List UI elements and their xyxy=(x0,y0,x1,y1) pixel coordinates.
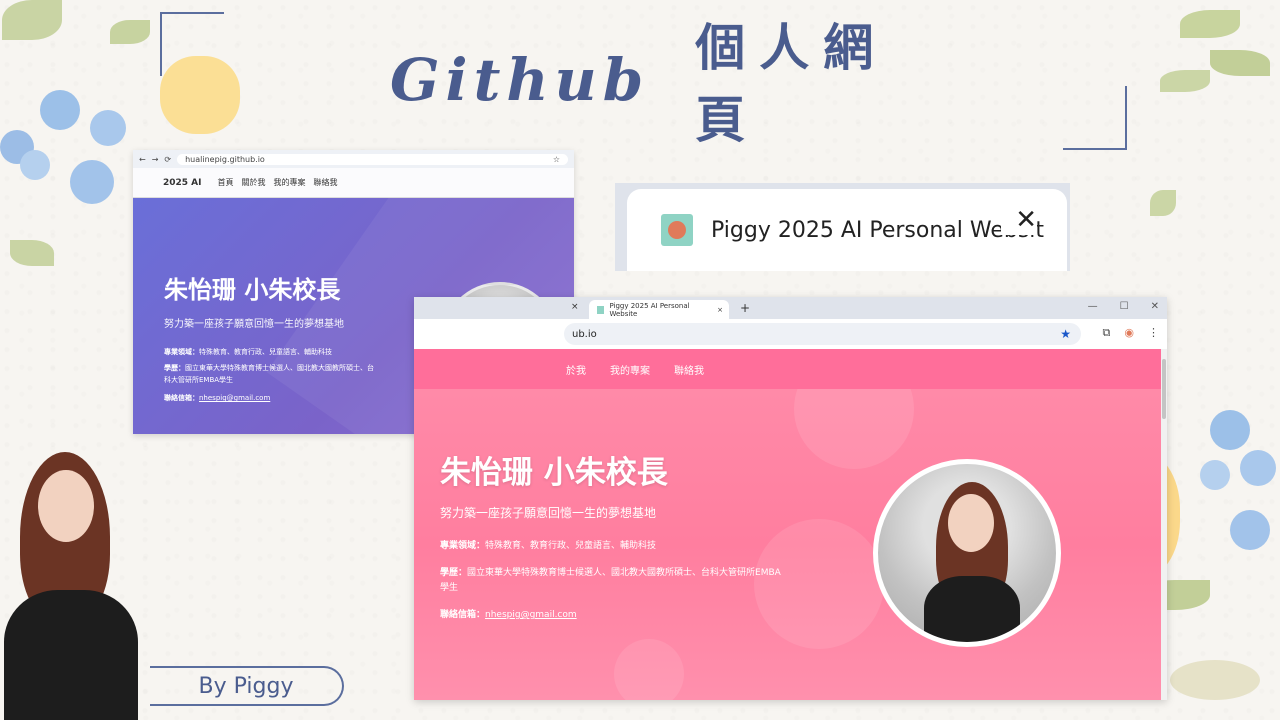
address-url: ub.io xyxy=(572,328,597,340)
expertise-label: 專業領域： xyxy=(440,541,486,551)
education-label: 學歷： xyxy=(440,568,468,578)
tab-title: Piggy 2025 AI Personal Website xyxy=(609,301,690,318)
bubble-decoration xyxy=(614,639,684,700)
favicon-icon xyxy=(661,214,693,246)
site-nav: 於我 我的專案 聯絡我 xyxy=(414,349,1167,389)
browser-tools: ⧉ ◉ ⋮ xyxy=(1103,326,1159,340)
floral-decoration-right xyxy=(1090,400,1280,720)
new-tab-icon[interactable]: + xyxy=(740,301,750,315)
zoomed-tab[interactable]: Piggy 2025 AI Personal Websit ✕ xyxy=(627,189,1067,271)
hero-name: 朱怡珊 小朱校長 xyxy=(440,455,668,491)
expertise-label: 專業領域： xyxy=(164,348,199,356)
window-controls: — ☐ ✕ xyxy=(1088,301,1159,312)
tab-strip: × Piggy 2025 AI Personal Website × + — ☐… xyxy=(414,297,1167,319)
bookmark-star-icon[interactable]: ☆ xyxy=(553,155,560,164)
nav-about[interactable]: 於我 xyxy=(566,362,586,377)
slide-title-zh: 個人網頁 xyxy=(695,19,888,149)
avatar xyxy=(873,459,1061,647)
nav-contact[interactable]: 聯絡我 xyxy=(674,362,704,377)
zoomed-tab-title: Piggy 2025 AI Personal Websit xyxy=(711,217,1045,243)
browser-screenshot-large: × Piggy 2025 AI Personal Website × + — ☐… xyxy=(414,297,1167,700)
scrollbar[interactable] xyxy=(1161,349,1167,700)
reload-icon[interactable]: ⟳ xyxy=(164,155,171,164)
hero-tagline: 努力築一座孩子願意回憶一生的夢想基地 xyxy=(440,506,657,520)
expertise-value: 特殊教育、教育行政、兒童語言、輔助科技 xyxy=(485,541,657,551)
site-brand[interactable]: 2025 AI xyxy=(163,178,202,188)
profile-icon[interactable]: ◉ xyxy=(1124,326,1134,340)
presenter-photo xyxy=(0,450,150,720)
forward-icon[interactable]: → xyxy=(152,155,159,164)
menu-icon[interactable]: ⋮ xyxy=(1148,326,1159,340)
byline: By Piggy xyxy=(150,666,344,706)
education-label: 學歷： xyxy=(164,364,185,372)
nav-projects[interactable]: 我的專案 xyxy=(274,177,306,188)
email-link[interactable]: nhespig@gmail.com xyxy=(485,610,577,620)
address-url: hualinepig.github.io xyxy=(185,154,265,164)
email-link[interactable]: nhespig@gmail.com xyxy=(199,394,270,402)
expertise-value: 特殊教育、教育行政、兒童語言、輔助科技 xyxy=(199,348,332,356)
prev-tab-close-icon[interactable]: × xyxy=(571,302,579,312)
hero-section: 朱怡珊 小朱校長 努力築一座孩子願意回憶一生的夢想基地 專業領域：特殊教育、教育… xyxy=(414,389,1167,700)
slide-title-en: Github xyxy=(390,46,650,114)
nav-home[interactable]: 首頁 xyxy=(218,177,234,188)
favicon-icon xyxy=(597,305,605,314)
nav-projects[interactable]: 我的專案 xyxy=(610,362,650,377)
frame-corner-bottom-right xyxy=(1063,86,1127,150)
contact-label: 聯絡信箱： xyxy=(164,394,199,402)
browser-toolbar: ← → ⟳ hualinepig.github.io ☆ xyxy=(133,150,574,168)
contact-label: 聯絡信箱： xyxy=(440,610,486,620)
bookmark-star-icon[interactable]: ★ xyxy=(1060,327,1071,341)
tab-zoom: Piggy 2025 AI Personal Websit ✕ xyxy=(615,183,1070,271)
close-icon[interactable]: ✕ xyxy=(1001,205,1037,235)
nav-about[interactable]: 關於我 xyxy=(242,177,266,188)
active-tab[interactable]: Piggy 2025 AI Personal Website × xyxy=(589,300,729,319)
minimize-icon[interactable]: — xyxy=(1088,301,1098,312)
nav-contact[interactable]: 聯絡我 xyxy=(314,177,338,188)
education-value: 國立東華大學特殊教育博士候選人、國北教大國教所碩士、台科大管研所EMBA學生 xyxy=(164,364,374,384)
hero-info: 專業領域：特殊教育、教育行政、兒童語言、輔助科技 學歷：國立東華大學特殊教育博士… xyxy=(164,346,379,404)
maximize-icon[interactable]: ☐ xyxy=(1120,301,1129,312)
scrollbar-thumb[interactable] xyxy=(1162,359,1166,419)
site-nav: 2025 AI 首頁 關於我 我的專案 聯絡我 xyxy=(133,168,574,198)
address-bar[interactable]: ub.io ★ xyxy=(564,323,1081,345)
back-icon[interactable]: ← xyxy=(139,155,146,164)
education-value: 國立東華大學特殊教育博士候選人、國北教大國教所碩士、台科大管研所EMBA學生 xyxy=(440,568,781,593)
floral-decoration-top-right xyxy=(1150,0,1280,220)
address-bar[interactable]: hualinepig.github.io ☆ xyxy=(177,153,568,165)
slide-title: Github 個人網頁 xyxy=(390,19,950,149)
window-close-icon[interactable]: ✕ xyxy=(1151,301,1159,312)
extensions-icon[interactable]: ⧉ xyxy=(1103,326,1111,340)
frame-corner-top-left xyxy=(160,12,224,76)
hero-info: 專業領域：特殊教育、教育行政、兒童語言、輔助科技 學歷：國立東華大學特殊教育博士… xyxy=(440,539,785,623)
tab-close-icon[interactable]: × xyxy=(717,306,723,314)
address-row: ub.io ★ ⧉ ◉ ⋮ xyxy=(414,319,1167,349)
